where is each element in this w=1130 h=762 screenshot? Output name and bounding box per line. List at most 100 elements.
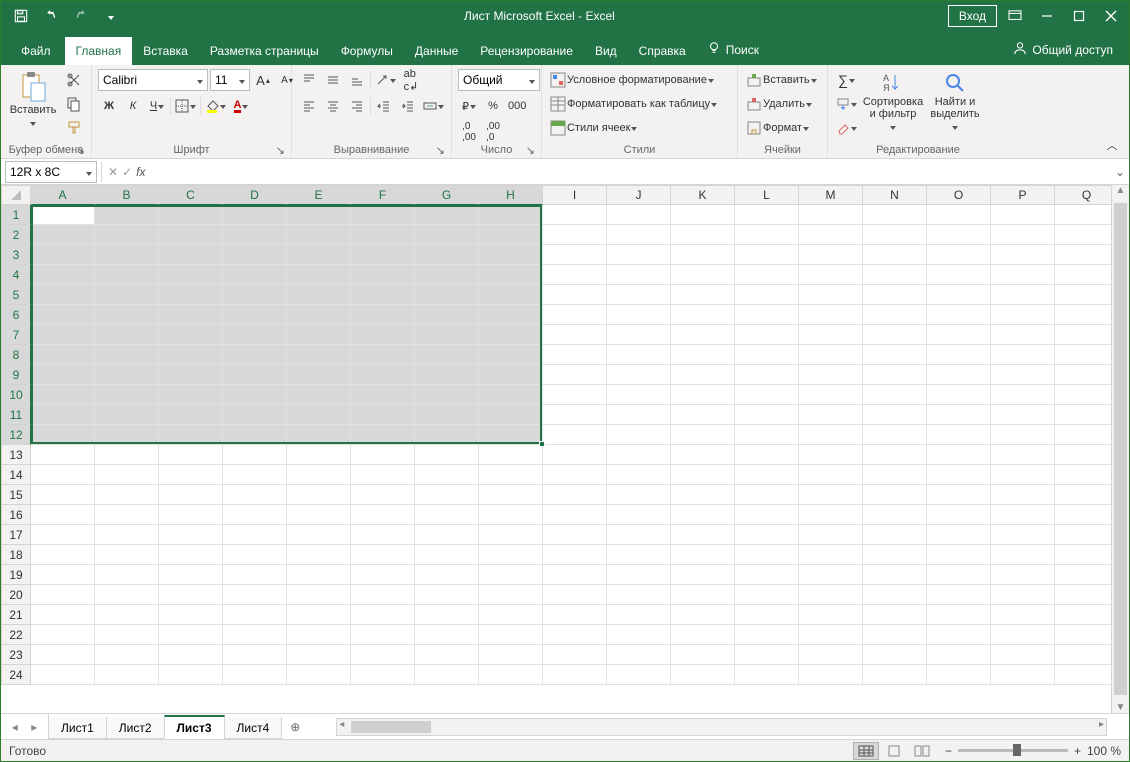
- cell[interactable]: [1055, 525, 1119, 545]
- cell[interactable]: [799, 425, 863, 445]
- row-header[interactable]: 19: [1, 565, 31, 585]
- cell[interactable]: [31, 205, 95, 225]
- cell[interactable]: [671, 645, 735, 665]
- cell[interactable]: [607, 305, 671, 325]
- cell[interactable]: [671, 225, 735, 245]
- zoom-out-button[interactable]: −: [945, 744, 952, 758]
- cell[interactable]: [543, 465, 607, 485]
- cell[interactable]: [223, 345, 287, 365]
- cell[interactable]: [863, 285, 927, 305]
- cell[interactable]: [799, 625, 863, 645]
- cell[interactable]: [31, 405, 95, 425]
- cell[interactable]: [287, 405, 351, 425]
- cell[interactable]: [287, 465, 351, 485]
- cell[interactable]: [31, 565, 95, 585]
- cell[interactable]: [1055, 505, 1119, 525]
- cell[interactable]: [287, 325, 351, 345]
- accounting-format-button[interactable]: ₽: [458, 95, 480, 117]
- cell[interactable]: [351, 445, 415, 465]
- ribbon-display-options-icon[interactable]: [1001, 2, 1029, 30]
- cell[interactable]: [415, 545, 479, 565]
- cell[interactable]: [543, 325, 607, 345]
- cell[interactable]: [1055, 645, 1119, 665]
- cell[interactable]: [735, 345, 799, 365]
- cell[interactable]: [671, 465, 735, 485]
- column-header[interactable]: B: [95, 185, 159, 205]
- cell[interactable]: [863, 345, 927, 365]
- cell[interactable]: [287, 545, 351, 565]
- cell[interactable]: [95, 325, 159, 345]
- cell[interactable]: [479, 545, 543, 565]
- expand-formula-bar-icon[interactable]: ⌄: [1111, 165, 1129, 179]
- sheet-tab[interactable]: Лист4: [224, 717, 283, 739]
- new-sheet-button[interactable]: ⊕: [282, 720, 308, 734]
- cell[interactable]: [223, 505, 287, 525]
- cell[interactable]: [991, 485, 1055, 505]
- cell[interactable]: [415, 225, 479, 245]
- cell[interactable]: [415, 245, 479, 265]
- cell[interactable]: [927, 285, 991, 305]
- decrease-decimal-button[interactable]: ,00,0: [482, 121, 504, 143]
- cell[interactable]: [671, 625, 735, 645]
- cell[interactable]: [927, 665, 991, 685]
- cell[interactable]: [671, 205, 735, 225]
- cell[interactable]: [31, 285, 95, 305]
- align-center-button[interactable]: [322, 95, 344, 117]
- name-box[interactable]: 12R x 8C: [5, 161, 97, 183]
- cell[interactable]: [351, 665, 415, 685]
- cell[interactable]: [415, 345, 479, 365]
- cell[interactable]: [735, 585, 799, 605]
- cell[interactable]: [31, 605, 95, 625]
- cell[interactable]: [1055, 405, 1119, 425]
- cell[interactable]: [223, 285, 287, 305]
- cell[interactable]: [543, 225, 607, 245]
- cell[interactable]: [991, 205, 1055, 225]
- cell[interactable]: [799, 225, 863, 245]
- cell[interactable]: [479, 565, 543, 585]
- cell[interactable]: [159, 485, 223, 505]
- percent-format-button[interactable]: %: [482, 95, 504, 117]
- cell[interactable]: [95, 305, 159, 325]
- cell[interactable]: [927, 465, 991, 485]
- cell[interactable]: [927, 425, 991, 445]
- sheet-nav-next-icon[interactable]: ▸: [31, 720, 37, 734]
- row-header[interactable]: 12: [1, 425, 31, 445]
- cell[interactable]: [95, 625, 159, 645]
- align-right-button[interactable]: [346, 95, 368, 117]
- cell[interactable]: [991, 225, 1055, 245]
- cell[interactable]: [1055, 585, 1119, 605]
- cell[interactable]: [31, 525, 95, 545]
- cell[interactable]: [799, 325, 863, 345]
- row-header[interactable]: 13: [1, 445, 31, 465]
- cell[interactable]: [671, 505, 735, 525]
- cell[interactable]: [991, 325, 1055, 345]
- cell[interactable]: [287, 445, 351, 465]
- qat-customize-caret[interactable]: [97, 2, 125, 30]
- cell[interactable]: [479, 445, 543, 465]
- row-header[interactable]: 16: [1, 505, 31, 525]
- row-header[interactable]: 22: [1, 625, 31, 645]
- cell[interactable]: [351, 225, 415, 245]
- cell[interactable]: [1055, 385, 1119, 405]
- cell[interactable]: [607, 205, 671, 225]
- row-header[interactable]: 11: [1, 405, 31, 425]
- cell[interactable]: [543, 385, 607, 405]
- cell[interactable]: [735, 665, 799, 685]
- formula-input[interactable]: [151, 162, 1111, 182]
- cell[interactable]: [607, 225, 671, 245]
- cell[interactable]: [31, 485, 95, 505]
- cell[interactable]: [415, 465, 479, 485]
- cell[interactable]: [607, 445, 671, 465]
- row-header[interactable]: 5: [1, 285, 31, 305]
- column-header[interactable]: H: [479, 185, 543, 205]
- cell[interactable]: [287, 225, 351, 245]
- column-header[interactable]: L: [735, 185, 799, 205]
- cell[interactable]: [543, 505, 607, 525]
- cell[interactable]: [287, 285, 351, 305]
- cell[interactable]: [607, 665, 671, 685]
- cell[interactable]: [735, 365, 799, 385]
- cell[interactable]: [735, 445, 799, 465]
- tab-home[interactable]: Главная: [65, 37, 133, 65]
- cell[interactable]: [863, 505, 927, 525]
- cell[interactable]: [991, 465, 1055, 485]
